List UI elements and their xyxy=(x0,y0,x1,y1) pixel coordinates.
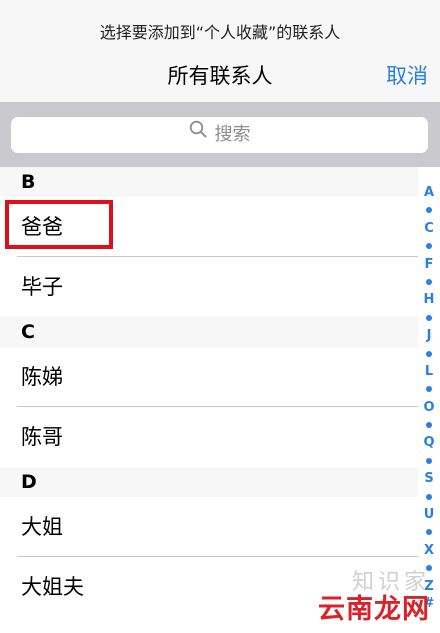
index-dot[interactable] xyxy=(418,524,440,542)
index-dot[interactable] xyxy=(418,381,440,399)
index-dot-icon xyxy=(426,493,432,500)
index-letter[interactable]: J xyxy=(418,327,440,345)
section-header-b: B xyxy=(0,167,418,197)
index-dot-icon xyxy=(426,350,432,357)
index-dot-icon xyxy=(426,422,432,429)
index-dot[interactable] xyxy=(418,273,440,291)
section-header-c: C xyxy=(0,317,418,347)
cancel-button[interactable]: 取消 xyxy=(386,60,428,90)
index-letter[interactable]: S xyxy=(418,470,440,488)
index-dot[interactable] xyxy=(418,452,440,470)
contact-row[interactable]: 大姐 xyxy=(0,497,418,557)
index-dot-icon xyxy=(426,529,432,536)
index-letter[interactable]: F xyxy=(418,256,440,274)
index-dot[interactable] xyxy=(418,345,440,363)
index-dot[interactable] xyxy=(418,309,440,327)
navigation-header: 选择要添加到“个人收藏”的联系人 所有联系人 取消 xyxy=(0,0,440,103)
contact-picker-screen: 选择要添加到“个人收藏”的联系人 所有联系人 取消 搜索 B 爸爸 毕子 C 陈… xyxy=(0,0,440,633)
index-dot[interactable] xyxy=(418,238,440,256)
search-input[interactable]: 搜索 xyxy=(11,117,428,153)
index-letter[interactable]: Z xyxy=(418,578,440,596)
contact-row[interactable]: 毕子 xyxy=(0,257,418,317)
index-letter[interactable]: L xyxy=(418,363,440,381)
magnifier-icon xyxy=(189,115,207,151)
index-dot-icon xyxy=(426,314,432,321)
index-letter[interactable]: U xyxy=(418,506,440,524)
index-dot-icon xyxy=(426,207,432,214)
index-dot[interactable] xyxy=(418,202,440,220)
index-dot[interactable] xyxy=(418,488,440,506)
contact-list: B 爸爸 毕子 C 陈娣 陈哥 D 大姐 大姐夫 xyxy=(0,167,418,617)
index-dot-icon xyxy=(426,278,432,285)
contact-row[interactable]: 爸爸 xyxy=(0,197,418,257)
index-letter[interactable]: # xyxy=(418,595,440,613)
index-dot-icon xyxy=(426,243,432,250)
index-letter[interactable]: X xyxy=(418,542,440,560)
page-title: 所有联系人 xyxy=(167,64,273,88)
contact-row[interactable]: 陈哥 xyxy=(0,407,418,467)
index-dot[interactable] xyxy=(418,560,440,578)
search-placeholder: 搜索 xyxy=(214,124,251,145)
index-letter[interactable]: H xyxy=(418,291,440,309)
index-dot-icon xyxy=(426,386,432,393)
picker-prompt: 选择要添加到“个人收藏”的联系人 xyxy=(99,23,341,42)
contact-row[interactable]: 陈娣 xyxy=(0,347,418,407)
index-letter[interactable]: A xyxy=(418,184,440,202)
index-letter[interactable]: C xyxy=(418,220,440,238)
index-letter[interactable]: Q xyxy=(418,434,440,452)
index-dot-icon xyxy=(426,457,432,464)
contact-row[interactable]: 大姐夫 xyxy=(0,557,418,617)
section-header-d: D xyxy=(0,467,418,497)
section-index[interactable]: A C F H J L O Q S U X Z # xyxy=(418,184,440,613)
index-dot[interactable] xyxy=(418,417,440,435)
index-dot-icon xyxy=(426,565,432,572)
index-letter[interactable]: O xyxy=(418,399,440,417)
search-bar: 搜索 xyxy=(0,103,440,167)
